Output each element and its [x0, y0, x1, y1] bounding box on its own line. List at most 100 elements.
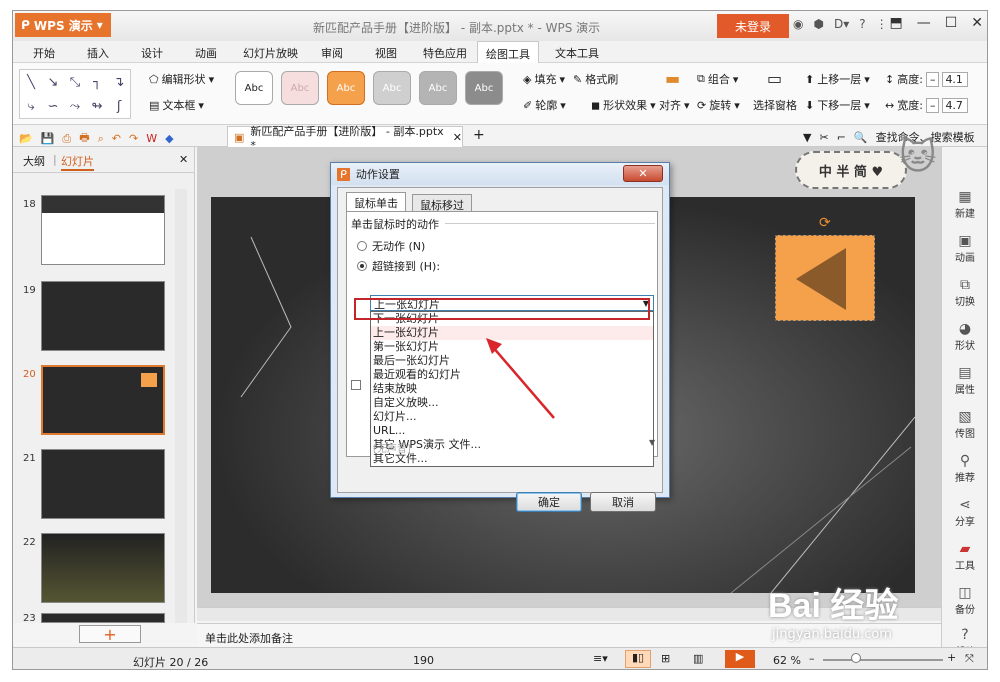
width-field[interactable]: ↔ 宽度: –4.7: [885, 97, 969, 113]
arrow-icon[interactable]: ↘: [48, 75, 59, 90]
option-other-wps-file[interactable]: 其它 WPS演示 文件...: [371, 438, 653, 452]
slide-thumbnail-20[interactable]: [41, 365, 165, 435]
format-brush-button[interactable]: ✎ 格式刷: [573, 71, 618, 87]
selected-action-shape[interactable]: [775, 235, 875, 321]
height-value[interactable]: 4.1: [942, 71, 969, 87]
login-button[interactable]: 未登录: [717, 14, 789, 38]
fit-window-icon[interactable]: ⤧: [965, 652, 974, 666]
radio-no-action[interactable]: 无动作 (N): [357, 238, 425, 254]
redo-icon[interactable]: ↷: [129, 132, 138, 145]
pin-icon[interactable]: ✂: [819, 131, 828, 144]
curve-icon[interactable]: ∽: [48, 99, 59, 114]
edit-shape-button[interactable]: ⬠ 编辑形状 ▾: [149, 71, 214, 87]
slide-thumbnail-19[interactable]: [41, 281, 165, 351]
align-button[interactable]: 对齐 ▾: [659, 97, 690, 113]
elbow-arrow-icon[interactable]: ↴: [114, 75, 125, 90]
curve-double-icon[interactable]: ↬: [92, 99, 103, 114]
menu-features[interactable]: 特色应用: [423, 45, 467, 61]
menu-home[interactable]: 开始: [33, 45, 55, 61]
style-swatch-2[interactable]: Abc: [281, 71, 319, 105]
tab-close-icon[interactable]: ✕: [453, 131, 462, 144]
outline-button[interactable]: ✐ 轮廓 ▾: [523, 97, 566, 113]
minimize-icon[interactable]: —: [917, 15, 931, 31]
task-new[interactable]: ▦ 新建: [942, 189, 987, 220]
save-icon[interactable]: 💾: [41, 132, 55, 145]
task-tools[interactable]: ▰ 工具: [942, 541, 987, 572]
style-swatch-3[interactable]: Abc: [327, 71, 365, 105]
open-icon[interactable]: 📂: [19, 132, 33, 145]
dialog-close-button[interactable]: ✕: [623, 165, 663, 182]
height-minus[interactable]: –: [925, 71, 940, 87]
tab-mouse-over[interactable]: 鼠标移过: [412, 194, 472, 212]
rotate-handle-icon[interactable]: ⟳: [819, 215, 831, 231]
menu-slideshow[interactable]: 幻灯片放映: [243, 45, 298, 61]
group-button[interactable]: ⧉ 组合 ▾: [697, 71, 738, 87]
preview-icon[interactable]: ⌕: [98, 132, 104, 146]
export-icon[interactable]: ⎙: [62, 132, 71, 146]
more-icon[interactable]: ⋮: [876, 17, 888, 31]
curve-arrow-icon[interactable]: ⤳: [70, 99, 80, 114]
restore-icon[interactable]: ⬒: [889, 15, 902, 31]
normal-view-icon[interactable]: ▮▯: [625, 650, 651, 668]
ok-button[interactable]: 确定: [516, 492, 582, 512]
print-icon[interactable]: 🖶: [79, 129, 89, 148]
width-minus[interactable]: –: [925, 97, 940, 113]
task-backup[interactable]: ◫ 备份: [942, 585, 987, 616]
line-icon[interactable]: ╲: [27, 75, 35, 90]
task-transition[interactable]: ⧉ 切换: [942, 277, 987, 308]
reading-view-icon[interactable]: ▥: [693, 652, 703, 665]
freeform-icon[interactable]: ʃ: [117, 99, 121, 114]
text-box-button[interactable]: ▤ 文本框 ▾: [149, 97, 204, 113]
menu-review[interactable]: 审阅: [321, 45, 343, 61]
wps-w-icon[interactable]: W: [146, 132, 157, 145]
style-swatch-4[interactable]: Abc: [373, 71, 411, 105]
task-recommend[interactable]: ⚲ 推荐: [942, 453, 987, 484]
app-menu-button[interactable]: ᑭ WPS 演示 ▾: [15, 13, 111, 37]
undo-icon[interactable]: ↶: [112, 132, 121, 145]
pane-close-icon[interactable]: ✕: [179, 153, 188, 166]
shape-effect-button[interactable]: ◼ 形状效果 ▾: [591, 97, 656, 113]
search-icon[interactable]: 🔍: [854, 131, 868, 144]
maximize-icon[interactable]: ☐: [945, 15, 958, 31]
play-sound-checkbox[interactable]: [351, 380, 361, 390]
menu-text-tools[interactable]: 文本工具: [555, 45, 599, 61]
menu-animation[interactable]: 动画: [195, 45, 217, 61]
add-slide-button[interactable]: +: [79, 625, 141, 644]
option-other-file[interactable]: 其它文件...: [371, 452, 653, 466]
width-value[interactable]: 4.7: [942, 97, 969, 113]
slide-pane-scrollbar[interactable]: [175, 189, 187, 623]
menu-insert[interactable]: 插入: [87, 45, 109, 61]
skin-icon[interactable]: ◉: [793, 17, 803, 31]
task-share[interactable]: ⋖ 分享: [942, 497, 987, 528]
new-tab-icon[interactable]: +: [473, 127, 485, 143]
cube-icon[interactable]: ◆: [165, 132, 173, 145]
chat-icon[interactable]: ▼: [803, 131, 811, 144]
view-menu-icon[interactable]: ≡▾: [593, 652, 608, 665]
menu-design[interactable]: 设计: [141, 45, 163, 61]
crop-icon[interactable]: ⌐: [837, 131, 846, 144]
tab-outline[interactable]: 大纲: [23, 153, 45, 169]
height-field[interactable]: ↕ 高度: –4.1: [885, 71, 969, 87]
selection-pane-button[interactable]: 选择窗格: [753, 97, 797, 113]
help-icon[interactable]: ?: [859, 17, 865, 31]
tab-mouse-click[interactable]: 鼠标单击: [346, 192, 406, 212]
task-upload-image[interactable]: ▧ 传图: [942, 409, 987, 440]
menu-drawing-tools[interactable]: 绘图工具: [477, 41, 539, 63]
theme-icon[interactable]: D▾: [834, 17, 849, 31]
style-swatch-5[interactable]: Abc: [419, 71, 457, 105]
style-swatch-6[interactable]: Abc: [465, 71, 503, 105]
play-slideshow-button[interactable]: ▶: [725, 650, 755, 668]
zoom-in-icon[interactable]: +: [947, 651, 956, 664]
task-shape[interactable]: ◕ 形状: [942, 321, 987, 352]
task-animation[interactable]: ▣ 动画: [942, 233, 987, 264]
radio-hyperlink[interactable]: 超链接到 (H):: [357, 258, 440, 274]
tab-slides[interactable]: 幻灯片: [61, 153, 94, 171]
slide-thumbnail-21[interactable]: [41, 449, 165, 519]
elbow-icon[interactable]: ┐: [93, 75, 101, 90]
send-backward-button[interactable]: ⬇ 下移一层 ▾: [805, 97, 870, 113]
slide-thumbnail-22[interactable]: [41, 533, 165, 603]
fill-button[interactable]: ◈ 填充 ▾: [523, 71, 565, 87]
connector-icon[interactable]: ⤷: [27, 99, 34, 114]
slide-thumbnail-23[interactable]: [41, 613, 165, 623]
close-icon[interactable]: ✕: [971, 15, 983, 31]
